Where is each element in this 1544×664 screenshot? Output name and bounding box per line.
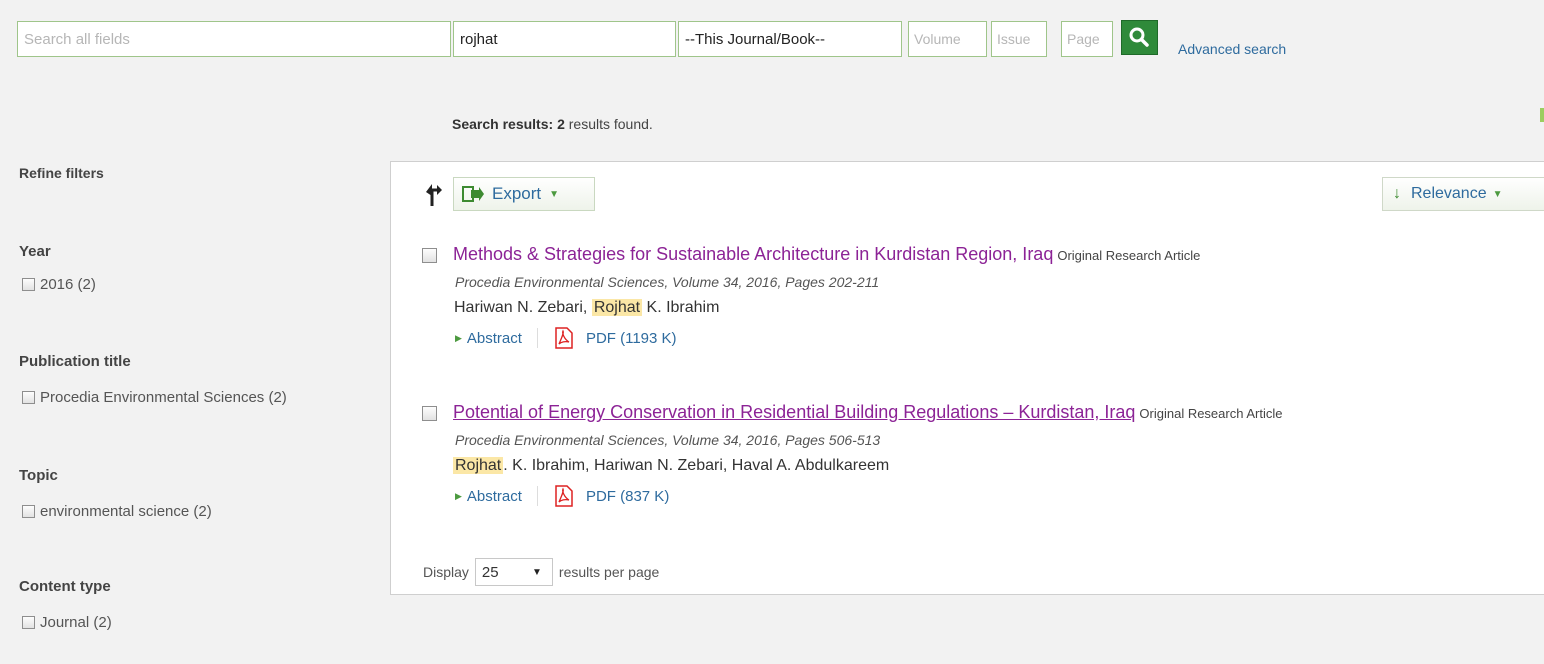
search-button[interactable] (1121, 20, 1158, 55)
results-summary: Search results: 2 results found. (452, 116, 653, 132)
chevron-down-icon: ▼ (1492, 188, 1503, 200)
volume-input[interactable]: Volume (908, 21, 987, 57)
result-authors: Rojhat. K. Ibrahim, Hariwan N. Zebari, H… (453, 457, 889, 475)
chevron-down-icon: ▼ (549, 188, 560, 200)
facet-item-journal[interactable]: Journal (2) (22, 614, 112, 631)
expand-triangle-icon: ▶ (455, 490, 462, 501)
expand-triangle-icon: ▶ (455, 332, 462, 343)
facet-heading-content-type: Content type (19, 578, 111, 595)
divider (536, 328, 538, 348)
facet-item-count: (2) (93, 614, 112, 631)
journal-search-input[interactable]: --This Journal/Book-- (678, 21, 902, 57)
per-page-select[interactable]: 25 ▼ (474, 558, 553, 586)
sort-relevance-button[interactable]: ↓ Relevance ▼ (1382, 177, 1544, 211)
authors-text: . K. Ibrahim, Hariwan N. Zebari, Haval A… (503, 457, 890, 474)
result-links: ▶ Abstract PDF (1193 K) (455, 327, 677, 349)
sort-label: Relevance (1411, 185, 1487, 202)
abstract-link[interactable]: Abstract (467, 330, 522, 347)
result-source[interactable]: Procedia Environmental Sciences, Volume … (455, 274, 879, 290)
author-search-input[interactable]: rojhat (453, 21, 676, 57)
divider (536, 486, 538, 506)
facet-item-label: Procedia Environmental Sciences (40, 389, 265, 406)
highlighted-term: Rojhat (453, 457, 504, 474)
article-type: Original Research Article (1139, 406, 1283, 421)
checkbox[interactable] (22, 505, 35, 518)
result-links: ▶ Abstract PDF (837 K) (455, 485, 669, 507)
display-label: Display (423, 564, 469, 580)
advanced-search-link[interactable]: Advanced search (1178, 41, 1286, 57)
authors-text: K. Ibrahim (642, 299, 720, 316)
facet-item-environmental-science[interactable]: environmental science (2) (22, 503, 212, 520)
select-all-arrow-icon[interactable] (422, 182, 442, 213)
export-icon (462, 186, 484, 202)
pdf-icon (555, 485, 573, 507)
chevron-down-icon: ▼ (532, 566, 542, 578)
result-source[interactable]: Procedia Environmental Sciences, Volume … (455, 432, 880, 448)
authors-text: Hariwan N. Zebari, (454, 299, 592, 316)
summary-label: Search results: (452, 116, 554, 132)
result-title-link[interactable]: Methods & Strategies for Sustainable Arc… (453, 244, 1053, 264)
facet-item-2016[interactable]: 2016 (2) (22, 276, 96, 293)
summary-suffix: results found. (568, 116, 653, 132)
issue-input[interactable]: Issue (991, 21, 1047, 57)
facet-item-count: (2) (77, 276, 96, 293)
pdf-icon (555, 327, 573, 349)
checkbox[interactable] (22, 616, 35, 629)
export-label: Export (492, 184, 542, 203)
page-input[interactable]: Page (1061, 21, 1113, 57)
search-icon (1129, 27, 1149, 47)
abstract-link[interactable]: Abstract (467, 488, 522, 505)
edge-indicator (1540, 108, 1544, 122)
arrow-down-icon: ↓ (1393, 185, 1401, 202)
results-per-page: Display 25 ▼ results per page (423, 558, 659, 586)
pdf-link[interactable]: PDF (1193 K) (586, 330, 677, 347)
result-title-row: Methods & Strategies for Sustainable Arc… (453, 244, 1200, 265)
per-page-value: 25 (481, 563, 499, 581)
facet-item-label: environmental science (40, 503, 190, 520)
search-bar: Search all fields rojhat --This Journal/… (0, 0, 1544, 70)
result-authors: Hariwan N. Zebari, Rojhat K. Ibrahim (454, 299, 719, 317)
checkbox[interactable] (22, 391, 35, 404)
result-title-link[interactable]: Potential of Energy Conservation in Resi… (453, 402, 1135, 422)
result-title-row: Potential of Energy Conservation in Resi… (453, 402, 1282, 423)
result-checkbox[interactable] (422, 406, 437, 421)
search-all-fields-input[interactable]: Search all fields (17, 21, 451, 57)
article-type: Original Research Article (1057, 248, 1201, 263)
summary-count: 2 (557, 116, 565, 132)
pdf-link[interactable]: PDF (837 K) (586, 488, 669, 505)
facet-item-label: 2016 (40, 276, 74, 293)
refine-filters-title: Refine filters (19, 165, 104, 181)
results-panel (390, 161, 1544, 595)
highlighted-term: Rojhat (591, 299, 643, 316)
facet-item-procedia[interactable]: Procedia Environmental Sciences (2) (22, 389, 287, 406)
facet-heading-year: Year (19, 243, 51, 260)
facet-heading-publication-title: Publication title (19, 353, 131, 370)
facet-item-count: (2) (193, 503, 212, 520)
per-page-suffix: results per page (558, 564, 660, 580)
facet-item-count: (2) (268, 389, 287, 406)
export-button[interactable]: Export ▼ (453, 177, 595, 211)
checkbox[interactable] (22, 278, 35, 291)
facet-item-label: Journal (40, 614, 90, 631)
facet-heading-topic: Topic (19, 467, 58, 484)
result-checkbox[interactable] (422, 248, 437, 263)
